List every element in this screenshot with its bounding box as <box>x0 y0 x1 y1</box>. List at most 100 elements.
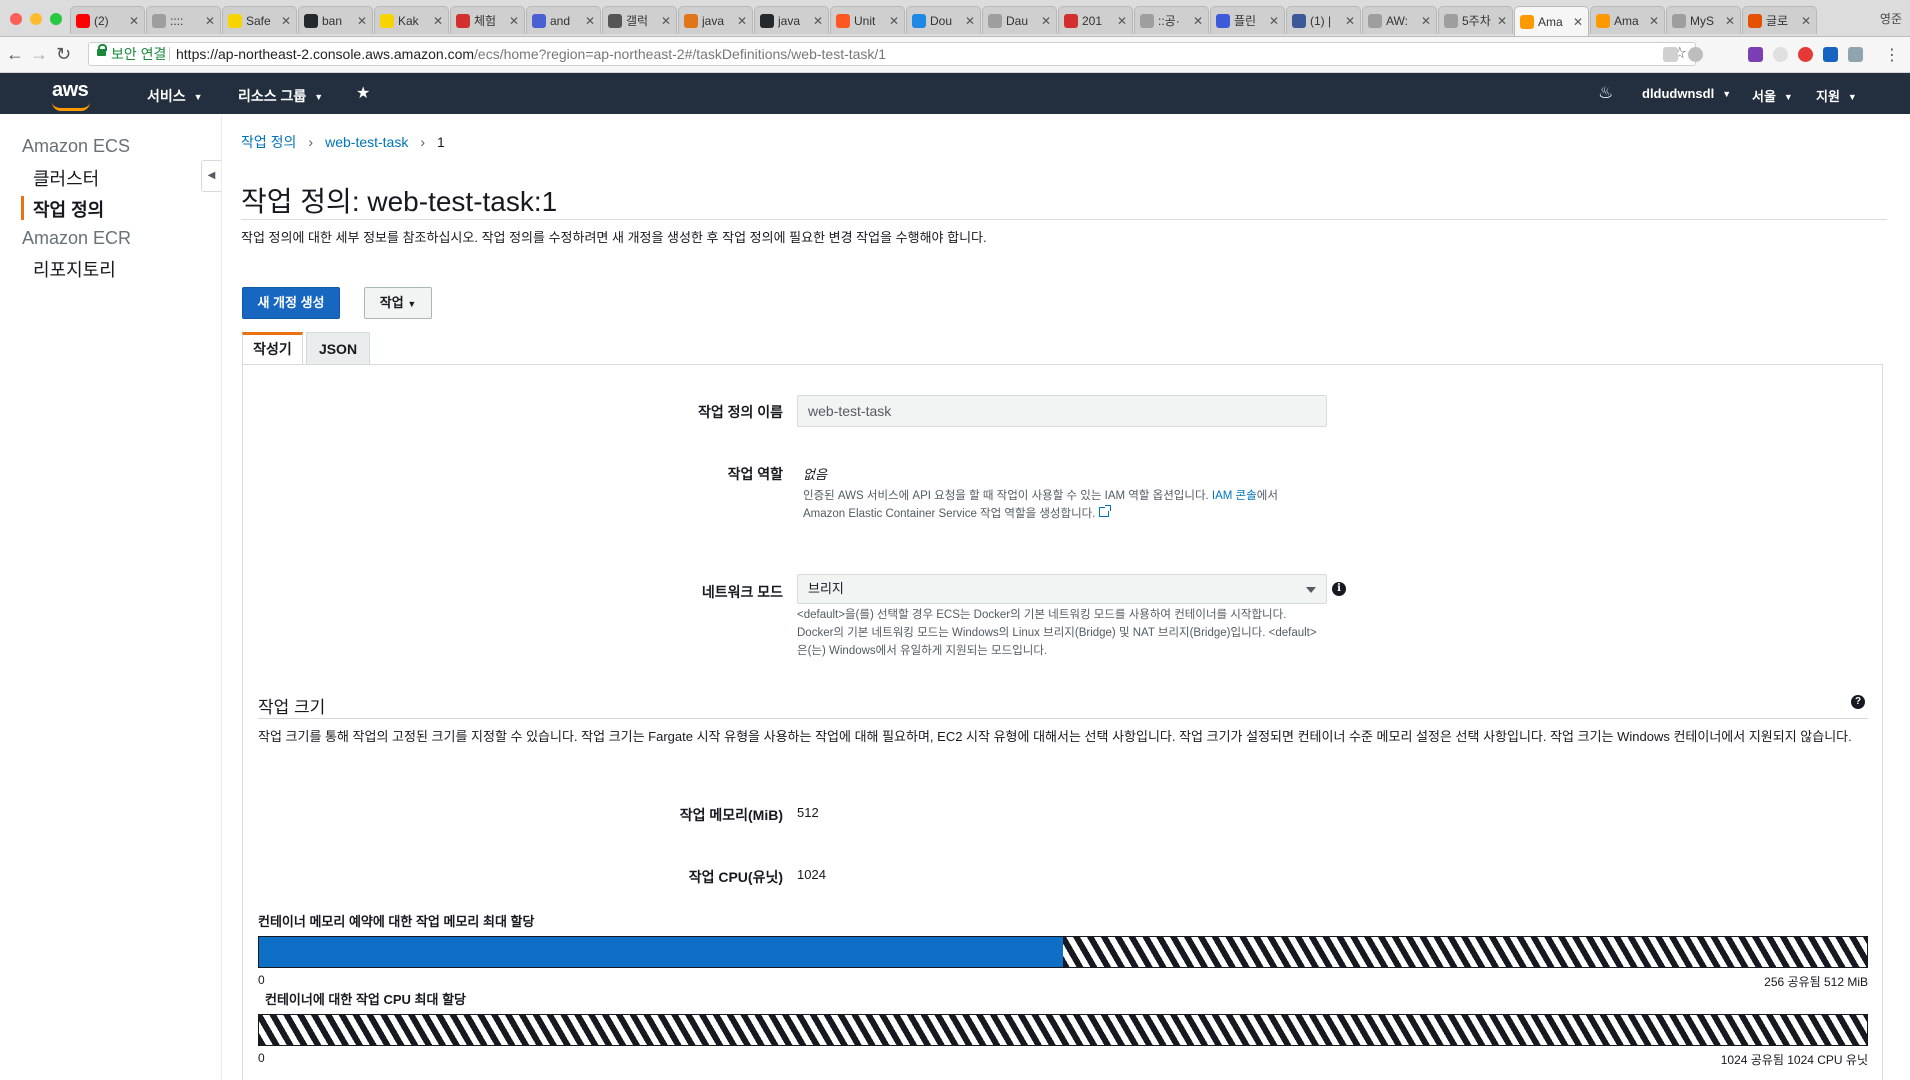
tab-builder[interactable]: 작성기 <box>242 332 303 365</box>
external-link-icon[interactable] <box>1099 505 1112 517</box>
actions-label: 작업 <box>379 295 404 310</box>
close-tab-icon[interactable]: ✕ <box>1041 14 1051 28</box>
close-tab-icon[interactable]: ✕ <box>585 14 595 28</box>
memory-reserved-fill <box>259 937 1063 967</box>
browser-tab[interactable]: 플린 ✕ <box>1210 6 1285 34</box>
browser-tab[interactable]: Unit ✕ <box>830 6 905 34</box>
close-tab-icon[interactable]: ✕ <box>357 14 367 28</box>
close-tab-icon[interactable]: ✕ <box>1497 14 1507 28</box>
browser-tab[interactable]: 5주차 ✕ <box>1438 6 1513 34</box>
actions-dropdown-button[interactable]: 작업 ▼ <box>364 287 432 319</box>
extension-icon[interactable] <box>1773 47 1788 62</box>
close-tab-icon[interactable]: ✕ <box>1801 14 1811 28</box>
onenote-extension-icon[interactable] <box>1748 47 1763 62</box>
extension-icon[interactable] <box>1663 47 1678 62</box>
bell-icon[interactable]: ♨ <box>1598 83 1613 103</box>
menu-kebab-icon[interactable]: ⋮ <box>1884 45 1900 65</box>
extension-icon[interactable] <box>1848 47 1863 62</box>
maximize-window-button[interactable] <box>50 13 62 25</box>
url-text[interactable]: https://ap-northeast-2.console.aws.amazo… <box>176 43 886 65</box>
close-tab-icon[interactable]: ✕ <box>813 14 823 28</box>
browser-tab[interactable]: MyS ✕ <box>1666 6 1741 34</box>
close-tab-icon[interactable]: ✕ <box>1345 14 1355 28</box>
browser-tab[interactable]: 체험 ✕ <box>450 6 525 34</box>
close-tab-icon[interactable]: ✕ <box>889 14 899 28</box>
browser-tab-title: Dou <box>930 13 953 28</box>
close-tab-icon[interactable]: ✕ <box>965 14 975 28</box>
close-tab-icon[interactable]: ✕ <box>1269 14 1279 28</box>
info-icon[interactable]: i <box>1332 582 1346 596</box>
favicon-icon <box>1596 13 1610 28</box>
help-question-icon[interactable]: ? <box>1851 695 1865 709</box>
browser-tab[interactable]: Safe ✕ <box>222 6 297 34</box>
extension-icon[interactable] <box>1688 47 1703 62</box>
extension-icon[interactable] <box>1823 47 1838 62</box>
account-menu[interactable]: dldudwnsdl ▼ <box>1642 86 1731 101</box>
browser-tab-title: (2) <box>94 13 109 28</box>
sidebar-section-ecs[interactable]: Amazon ECS <box>22 136 130 157</box>
close-window-button[interactable] <box>10 13 22 25</box>
sidebar-item-repositories[interactable]: 리포지토리 <box>33 256 116 282</box>
sidebar-item-clusters[interactable]: 클러스터 <box>33 165 99 191</box>
create-new-revision-button[interactable]: 새 개정 생성 <box>242 287 340 319</box>
close-tab-icon[interactable]: ✕ <box>509 14 519 28</box>
sidebar-section-ecr[interactable]: Amazon ECR <box>22 228 131 249</box>
forward-arrow-icon[interactable]: → <box>30 45 48 63</box>
browser-tab[interactable]: Ama ✕ <box>1514 6 1589 36</box>
browser-tab[interactable]: Dou ✕ <box>906 6 981 34</box>
browser-tab[interactable]: java ✕ <box>678 6 753 34</box>
address-bar[interactable]: 보안 연결 https://ap-northeast-2.console.aws… <box>88 42 1696 66</box>
iam-console-link[interactable]: IAM 콘솔 <box>1212 490 1257 502</box>
browser-tab[interactable]: ban ✕ <box>298 6 373 34</box>
close-tab-icon[interactable]: ✕ <box>205 14 215 28</box>
task-size-divider <box>258 718 1868 719</box>
support-menu[interactable]: 지원 ▼ <box>1816 86 1857 105</box>
browser-tab[interactable]: Dau ✕ <box>982 6 1057 34</box>
chevron-down-icon: ▼ <box>1847 92 1857 102</box>
close-tab-icon[interactable]: ✕ <box>129 14 139 28</box>
browser-tab[interactable]: (2) ✕ <box>70 6 145 34</box>
extension-icon[interactable] <box>1798 47 1813 62</box>
collapse-sidebar-button[interactable]: ◀ <box>201 160 221 192</box>
reload-icon[interactable]: ↻ <box>56 45 71 63</box>
close-tab-icon[interactable]: ✕ <box>1573 15 1583 29</box>
browser-tab[interactable]: 201 ✕ <box>1058 6 1133 34</box>
browser-tab[interactable]: 글로 ✕ <box>1742 6 1817 34</box>
pin-icon[interactable]: ★ <box>356 83 370 103</box>
minimize-window-button[interactable] <box>30 13 42 25</box>
breadcrumb-family[interactable]: web-test-task <box>325 134 408 150</box>
browser-tab[interactable]: Ama ✕ <box>1590 6 1665 34</box>
close-tab-icon[interactable]: ✕ <box>1421 14 1431 28</box>
close-tab-icon[interactable]: ✕ <box>737 14 747 28</box>
aws-console-header: aws 서비스 ▼ 리소스 그룹 ▼ ★ ♨ dldudwnsdl ▼ 서울 ▼ 지원 ▼ <box>0 73 1910 114</box>
profile-label[interactable]: 영준 <box>1880 10 1902 27</box>
browser-tab[interactable]: java ✕ <box>754 6 829 34</box>
browser-tab[interactable]: ::공· ✕ <box>1134 6 1209 34</box>
close-tab-icon[interactable]: ✕ <box>1649 14 1659 28</box>
browser-tab[interactable]: and ✕ <box>526 6 601 34</box>
close-tab-icon[interactable]: ✕ <box>281 14 291 28</box>
role-help-text-2: Amazon Elastic Container Service 작업 역할을 … <box>803 508 1096 520</box>
close-tab-icon[interactable]: ✕ <box>1193 14 1203 28</box>
network-mode-select[interactable]: 브리지 <box>797 574 1327 604</box>
resource-groups-menu[interactable]: 리소스 그룹 ▼ <box>238 86 323 106</box>
services-menu[interactable]: 서비스 ▼ <box>147 86 203 106</box>
close-tab-icon[interactable]: ✕ <box>661 14 671 28</box>
browser-tab[interactable]: 갤럭 ✕ <box>602 6 677 34</box>
region-menu[interactable]: 서울 ▼ <box>1752 86 1793 105</box>
browser-toolbar: ← → ↻ 보안 연결 https://ap-northeast-2.conso… <box>0 37 1910 73</box>
close-tab-icon[interactable]: ✕ <box>433 14 443 28</box>
browser-tab[interactable]: (1) | ✕ <box>1286 6 1361 34</box>
breadcrumb-task-definitions[interactable]: 작업 정의 <box>241 134 296 150</box>
close-tab-icon[interactable]: ✕ <box>1117 14 1127 28</box>
task-definition-name-field[interactable]: web-test-task <box>797 395 1327 427</box>
browser-tab[interactable]: AW: ✕ <box>1362 6 1437 34</box>
favicon-icon <box>836 13 850 28</box>
back-arrow-icon[interactable]: ← <box>6 45 24 63</box>
sidebar-item-task-definitions[interactable]: 작업 정의 <box>33 196 104 222</box>
aws-logo[interactable]: aws <box>52 79 89 102</box>
browser-tab[interactable]: Kak ✕ <box>374 6 449 34</box>
tab-json[interactable]: JSON <box>306 332 370 365</box>
close-tab-icon[interactable]: ✕ <box>1725 14 1735 28</box>
browser-tab[interactable]: :::: ✕ <box>146 6 221 34</box>
